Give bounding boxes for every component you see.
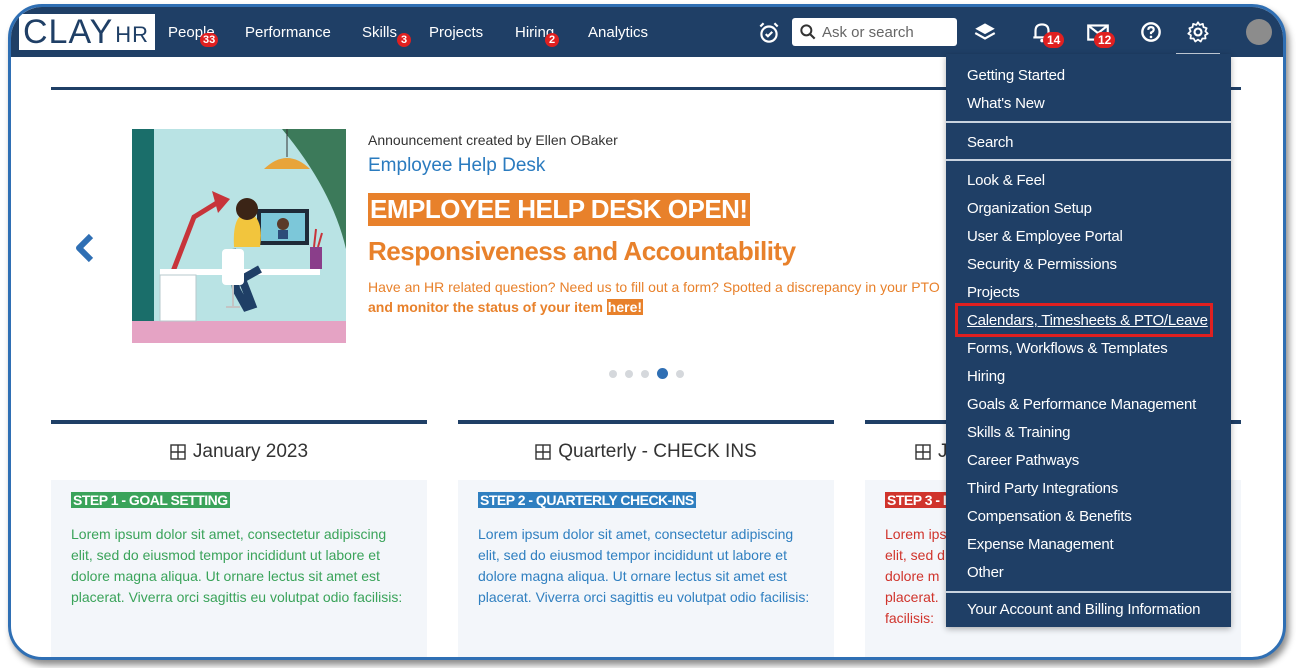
widget-grid-icon [915, 444, 931, 460]
nav-people[interactable]: People 33 [168, 7, 219, 57]
carousel-dot[interactable] [676, 369, 684, 378]
gear-icon [1187, 21, 1209, 43]
app-window: CLAY HR People 33 Performance Skills 3 P… [8, 4, 1286, 660]
nav-skills-label: Skills [362, 24, 398, 41]
top-navbar: CLAY HR People 33 Performance Skills 3 P… [11, 7, 1283, 57]
menu-item-other[interactable]: Other [967, 564, 1004, 581]
notifications-badge: 14 [1043, 32, 1065, 48]
menu-item-third-party-integrations[interactable]: Third Party Integrations [967, 480, 1118, 497]
widget-grid-icon [535, 444, 551, 460]
nav-hiring[interactable]: Hiring 2 [515, 7, 559, 57]
card-title: January 2023 [192, 441, 309, 462]
messages-badge: 12 [1094, 32, 1116, 48]
nav-analytics-label: Analytics [588, 24, 649, 41]
menu-item-search[interactable]: Search [967, 134, 1014, 151]
search-input[interactable] [818, 23, 957, 41]
user-avatar[interactable] [1246, 19, 1272, 45]
menu-divider [946, 159, 1231, 161]
announcement-here-link[interactable]: here! [606, 299, 644, 315]
menu-item-goals-performance[interactable]: Goals & Performance Management [967, 396, 1196, 413]
logo-suffix: HR [115, 22, 150, 47]
nav-performance-label: Performance [245, 24, 331, 41]
skills-count-badge: 3 [397, 33, 411, 47]
announcement-body-text: and monitor the status of your item [368, 299, 603, 315]
carousel-pagination [609, 368, 684, 379]
settings-dropdown-menu: Getting Started What's New Search Look &… [946, 54, 1231, 627]
card-text: Lorem ipsum dolor sit amet, consectetur … [71, 526, 403, 605]
search-icon [800, 24, 816, 40]
nav-projects-label: Projects [429, 24, 484, 41]
nav-performance[interactable]: Performance [245, 7, 331, 57]
menu-item-account-billing[interactable]: Your Account and Billing Information [967, 601, 1200, 618]
help-icon[interactable] [1138, 19, 1164, 45]
announcement-body: Have an HR related question? Need us to … [368, 279, 940, 295]
card-text: Lorem ipsum dolor sit amet, consectetur … [478, 526, 810, 605]
nav-projects[interactable]: Projects [429, 7, 483, 57]
card-header: January 2023 [51, 424, 427, 480]
carousel-dot[interactable] [625, 369, 633, 378]
card-title: Quarterly - CHECK INS [558, 441, 757, 462]
alarm-clock-icon[interactable] [756, 20, 782, 46]
carousel-dot[interactable] [641, 369, 649, 378]
hiring-count-badge: 2 [545, 33, 559, 47]
menu-item-security-permissions[interactable]: Security & Permissions [967, 256, 1117, 273]
menu-item-organization-setup[interactable]: Organization Setup [967, 200, 1092, 217]
step-label: STEP 1 - GOAL SETTING [71, 492, 230, 508]
menu-item-user-employee-portal[interactable]: User & Employee Portal [967, 228, 1123, 245]
people-count-badge: 33 [200, 33, 219, 47]
step-label: STEP 3 - I [885, 492, 949, 508]
announcement-body-second-line: and monitor the status of your item here… [368, 299, 644, 315]
search-box[interactable] [792, 18, 957, 46]
settings-tab[interactable] [1176, 7, 1220, 57]
menu-item-whats-new[interactable]: What's New [967, 95, 1045, 112]
carousel-dot-active[interactable] [657, 368, 668, 379]
widget-grid-icon [170, 444, 186, 460]
nav-analytics[interactable]: Analytics [588, 7, 648, 57]
nav-skills[interactable]: Skills 3 [362, 7, 411, 57]
card-january-2023: January 2023 STEP 1 - GOAL SETTING Lorem… [51, 420, 427, 657]
menu-divider [946, 121, 1231, 123]
menu-item-hiring[interactable]: Hiring [967, 368, 1005, 385]
menu-divider [946, 591, 1231, 593]
step-label: STEP 2 - QUARTERLY CHECK-INS [478, 492, 696, 508]
menu-item-expense-management[interactable]: Expense Management [967, 536, 1114, 553]
menu-item-career-pathways[interactable]: Career Pathways [967, 452, 1079, 469]
menu-item-getting-started[interactable]: Getting Started [967, 67, 1065, 84]
menu-item-compensation-benefits[interactable]: Compensation & Benefits [967, 508, 1132, 525]
announcement-author: Announcement created by Ellen OBaker [368, 132, 618, 148]
card-quarterly-check-ins: Quarterly - CHECK INS STEP 2 - QUARTERLY… [458, 420, 834, 657]
layers-icon[interactable] [972, 19, 998, 45]
card-body: STEP 2 - QUARTERLY CHECK-INS Lorem ipsum… [458, 480, 834, 657]
announcement-subheadline: Responsiveness and Accountability [368, 236, 796, 266]
menu-item-projects[interactable]: Projects [967, 284, 1020, 301]
menu-item-skills-training[interactable]: Skills & Training [967, 424, 1071, 441]
menu-item-forms-workflows-templates[interactable]: Forms, Workflows & Templates [967, 340, 1168, 357]
logo-text: CLAY [23, 13, 114, 51]
announcement-title[interactable]: Employee Help Desk [368, 155, 545, 177]
carousel-dot[interactable] [609, 369, 617, 378]
announcement-illustration [132, 129, 346, 343]
clayhr-logo[interactable]: CLAY HR [19, 13, 156, 51]
announcement-headline: EMPLOYEE HELP DESK OPEN! [368, 193, 750, 226]
card-header: Quarterly - CHECK INS [458, 424, 834, 480]
menu-item-look-and-feel[interactable]: Look & Feel [967, 172, 1045, 189]
menu-item-calendars-timesheets-pto[interactable]: Calendars, Timesheets & PTO/Leave [967, 312, 1208, 329]
chevron-left-icon[interactable] [73, 233, 97, 263]
card-body: STEP 1 - GOAL SETTING Lorem ipsum dolor … [51, 480, 427, 657]
